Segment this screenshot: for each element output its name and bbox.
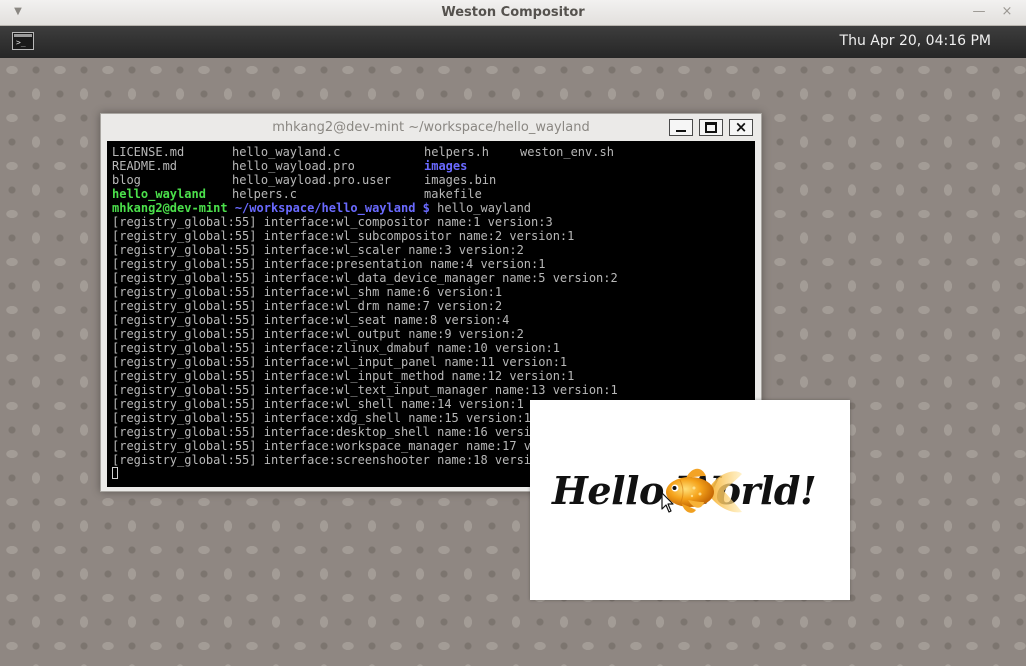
output-line: [registry_global:55] interface:wl_shm na… (112, 285, 503, 299)
ls-entry: helpers.h (424, 145, 490, 159)
ls-row: README.md hello_wayload.pro images (112, 159, 755, 173)
prompt-path: ~/workspace/hello_wayland $ (227, 201, 430, 215)
output-line: [registry_global:55] interface:wl_input_… (112, 355, 568, 369)
hello-world-window[interactable]: Hello World! (530, 400, 850, 600)
ls-row: LICENSE.md hello_wayland.c helpers.h weston… (112, 145, 755, 159)
output-line: [registry_global:55] interface:presentat… (112, 257, 546, 271)
panel-clock: Thu Apr 20, 04:16 PM (839, 33, 991, 49)
host-window-title: Weston Compositor (441, 5, 585, 20)
maximize-icon (705, 122, 717, 133)
terminal-launcher-icon[interactable]: >_ (12, 32, 34, 50)
output-line: [registry_global:55] interface:wl_subcom… (112, 229, 575, 243)
host-minimize-icon[interactable]: — (970, 3, 988, 21)
terminal-close-button[interactable]: × (729, 118, 753, 136)
output-line: [registry_global:55] interface:wl_seat n… (112, 313, 510, 327)
weston-compositor-window: ▼ Weston Compositor — × >_ Thu Apr 20, 0… (0, 0, 1026, 666)
prompt-user: mhkang2@dev-mint (112, 201, 228, 215)
weston-panel: >_ Thu Apr 20, 04:16 PM (0, 26, 1026, 58)
output-line: [registry_global:55] interface:wl_text_i… (112, 383, 618, 397)
ls-entry-executable: hello_wayland (112, 187, 206, 201)
ls-entry: README.md (112, 159, 178, 173)
ls-entry: hello_wayload.pro (232, 159, 355, 173)
ls-row: hello_wayland helpers.c makefile (112, 187, 755, 201)
host-close-icon[interactable]: × (998, 3, 1016, 21)
ls-entry: hello_wayland.c (232, 145, 341, 159)
terminal-title: mhkang2@dev-mint ~/workspace/hello_wayla… (272, 120, 590, 135)
launcher-prompt-glyph: >_ (16, 38, 26, 47)
terminal-titlebar[interactable]: mhkang2@dev-mint ~/workspace/hello_wayla… (101, 114, 761, 141)
minimize-icon (676, 130, 686, 132)
ls-entry: weston_env.sh (520, 145, 614, 159)
terminal-minimize-button[interactable] (669, 119, 693, 136)
launcher-titlebar-shape (14, 34, 32, 37)
ls-entry: helpers.c (232, 187, 298, 201)
output-line: [registry_global:55] interface:wl_scaler… (112, 243, 524, 257)
ls-row: blog hello_wayload.pro.user images.bin (112, 173, 755, 187)
terminal-maximize-button[interactable] (699, 119, 723, 136)
close-icon: × (734, 118, 748, 136)
ls-entry-directory: images (424, 159, 468, 173)
output-line: [registry_global:55] interface:wl_input_… (112, 369, 575, 383)
output-line: [registry_global:55] interface:wl_data_d… (112, 271, 618, 285)
ls-entry: hello_wayload.pro.user (232, 173, 391, 187)
output-line: [registry_global:55] interface:wl_drm na… (112, 299, 503, 313)
text-cursor (112, 467, 118, 479)
command-line: mhkang2@dev-mint ~/workspace/hello_wayla… (112, 201, 755, 215)
output-line: [registry_global:55] interface:zlinux_dm… (112, 341, 560, 355)
ls-entry: blog (112, 173, 141, 187)
command-text: hello_wayland (429, 201, 532, 215)
mouse-pointer-icon (661, 492, 674, 513)
ls-entry: LICENSE.md (112, 145, 185, 159)
ls-entry: makefile (424, 187, 482, 201)
ls-entry: images.bin (424, 173, 497, 187)
output-line: [registry_global:55] interface:wl_output… (112, 327, 524, 341)
host-titlebar[interactable]: ▼ Weston Compositor — × (0, 0, 1026, 26)
output-line: [registry_global:55] interface:wl_compos… (112, 215, 553, 229)
